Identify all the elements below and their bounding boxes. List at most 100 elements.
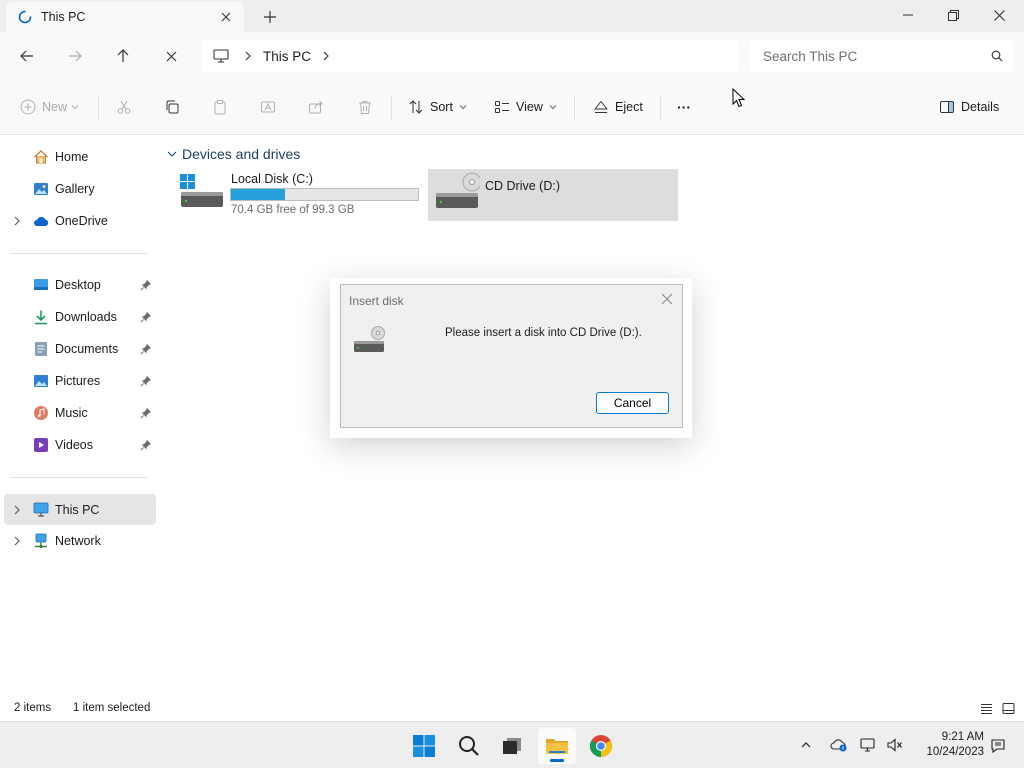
navigation-bar: This PC Search This PC bbox=[0, 32, 1024, 80]
videos-icon bbox=[33, 437, 49, 453]
sidebar-item-home[interactable]: Home bbox=[4, 143, 156, 171]
dialog-title: Insert disk bbox=[349, 294, 404, 308]
copy-button[interactable] bbox=[164, 96, 180, 118]
gallery-icon bbox=[33, 181, 49, 197]
chevron-up-icon[interactable] bbox=[796, 735, 816, 755]
start-button[interactable] bbox=[405, 728, 443, 764]
eject-button[interactable]: Eject bbox=[593, 96, 643, 118]
address-bar[interactable]: This PC bbox=[201, 40, 739, 72]
sort-button[interactable]: Sort bbox=[408, 96, 467, 118]
pin-icon[interactable] bbox=[140, 439, 152, 451]
display-network-icon[interactable] bbox=[859, 735, 879, 755]
up-icon[interactable] bbox=[111, 44, 135, 68]
sidebar-item-desktop[interactable]: Desktop bbox=[4, 271, 156, 299]
pin-icon[interactable] bbox=[140, 407, 152, 419]
sidebar-item-documents[interactable]: Documents bbox=[4, 335, 156, 363]
restore-icon[interactable] bbox=[930, 0, 976, 30]
notification-icon[interactable] bbox=[988, 735, 1008, 755]
drive-name: Local Disk (C:) bbox=[231, 172, 313, 186]
eject-icon bbox=[594, 101, 608, 113]
sidebar-item-gallery[interactable]: Gallery bbox=[4, 175, 156, 203]
new-tab-icon[interactable] bbox=[261, 8, 279, 26]
copy-icon bbox=[166, 100, 179, 114]
back-icon[interactable] bbox=[15, 44, 39, 68]
windows-logo-icon bbox=[413, 735, 435, 757]
sidebar-item-label: Documents bbox=[55, 342, 119, 356]
sidebar-item-videos[interactable]: Videos bbox=[4, 431, 156, 459]
dialog-message: Please insert a disk into CD Drive (D:). bbox=[445, 327, 642, 339]
volume-muted-icon[interactable] bbox=[885, 735, 905, 755]
pin-icon[interactable] bbox=[140, 311, 152, 323]
trash-icon bbox=[359, 101, 371, 114]
chevron-down-icon[interactable] bbox=[166, 148, 178, 160]
more-options-button[interactable]: ··· bbox=[677, 96, 691, 118]
loading-spinner-icon bbox=[18, 10, 32, 24]
details-view-icon[interactable] bbox=[980, 702, 993, 715]
drive-usage-fill bbox=[231, 189, 286, 200]
close-icon[interactable] bbox=[660, 292, 674, 306]
scissors-icon bbox=[117, 100, 131, 114]
insert-disk-dialog: Insert disk Please insert a disk into CD… bbox=[340, 284, 683, 428]
sidebar-item-network[interactable]: Network bbox=[4, 527, 156, 555]
search-input[interactable]: Search This PC bbox=[749, 40, 1013, 72]
chrome-icon bbox=[590, 735, 612, 757]
home-icon bbox=[33, 149, 49, 165]
divider bbox=[660, 96, 661, 120]
group-header-devices[interactable]: Devices and drives bbox=[166, 145, 300, 163]
title-bar: This PC bbox=[0, 0, 1024, 32]
pin-icon[interactable] bbox=[140, 343, 152, 355]
rename-button[interactable] bbox=[260, 96, 276, 118]
chevron-right-icon[interactable] bbox=[11, 504, 23, 516]
tab-close-icon[interactable] bbox=[218, 9, 234, 25]
command-bar: New Sort View Eject ··· Details bbox=[0, 80, 1024, 135]
chrome-taskbar-button[interactable] bbox=[582, 728, 620, 764]
chevron-right-icon[interactable] bbox=[11, 535, 23, 547]
file-explorer-taskbar-button[interactable] bbox=[538, 728, 576, 764]
sidebar-divider bbox=[10, 477, 148, 478]
new-button[interactable]: New bbox=[20, 96, 79, 118]
cut-button[interactable] bbox=[116, 96, 132, 118]
drive-usage-bar bbox=[230, 188, 419, 201]
share-button[interactable] bbox=[308, 96, 324, 118]
sidebar-item-pictures[interactable]: Pictures bbox=[4, 367, 156, 395]
cd-drive-icon bbox=[354, 326, 385, 352]
divider bbox=[98, 96, 99, 120]
delete-button[interactable] bbox=[357, 96, 373, 118]
chevron-right-icon[interactable] bbox=[243, 51, 253, 61]
details-button[interactable]: Details bbox=[939, 96, 999, 118]
large-icons-view-icon[interactable] bbox=[1002, 702, 1015, 715]
breadcrumb-this-pc[interactable]: This PC bbox=[263, 49, 311, 64]
pin-icon[interactable] bbox=[140, 279, 152, 291]
divider bbox=[391, 96, 392, 120]
sidebar-item-this-pc[interactable]: This PC bbox=[4, 494, 156, 525]
selection-count: 1 item selected bbox=[73, 702, 151, 714]
search-icon bbox=[981, 50, 1013, 62]
clipboard-icon bbox=[214, 100, 226, 115]
chevron-down-icon bbox=[549, 105, 557, 110]
close-window-icon[interactable] bbox=[976, 0, 1022, 30]
paste-button[interactable] bbox=[212, 96, 228, 118]
system-clock[interactable]: 9:21 AM 10/24/2023 bbox=[912, 730, 984, 760]
task-view-button[interactable] bbox=[493, 728, 531, 764]
search-taskbar-button[interactable] bbox=[450, 728, 488, 764]
windows-drive-icon bbox=[180, 174, 223, 207]
sidebar-item-music[interactable]: Music bbox=[4, 399, 156, 427]
sidebar-item-label: Downloads bbox=[55, 310, 117, 324]
drive-local-disk-c[interactable]: Local Disk (C:) 70.4 GB free of 99.3 GB bbox=[174, 168, 424, 220]
drive-cd-drive-d[interactable]: CD Drive (D:) bbox=[428, 169, 678, 221]
share-icon bbox=[309, 100, 323, 114]
sidebar-item-onedrive[interactable]: OneDrive bbox=[4, 207, 156, 235]
pin-icon[interactable] bbox=[140, 375, 152, 387]
onedrive-status-icon[interactable] bbox=[829, 735, 849, 755]
tab-this-pc[interactable]: This PC bbox=[6, 2, 244, 32]
minimize-icon[interactable] bbox=[885, 0, 931, 30]
chevron-right-icon[interactable] bbox=[11, 215, 23, 227]
network-icon bbox=[33, 533, 49, 549]
monitor-icon bbox=[213, 49, 229, 63]
forward-icon[interactable] bbox=[63, 44, 87, 68]
cancel-button[interactable]: Cancel bbox=[596, 392, 669, 414]
stop-icon[interactable] bbox=[159, 44, 183, 68]
chevron-right-icon[interactable] bbox=[321, 51, 331, 61]
view-button[interactable]: View bbox=[494, 96, 557, 118]
sidebar-item-downloads[interactable]: Downloads bbox=[4, 303, 156, 331]
